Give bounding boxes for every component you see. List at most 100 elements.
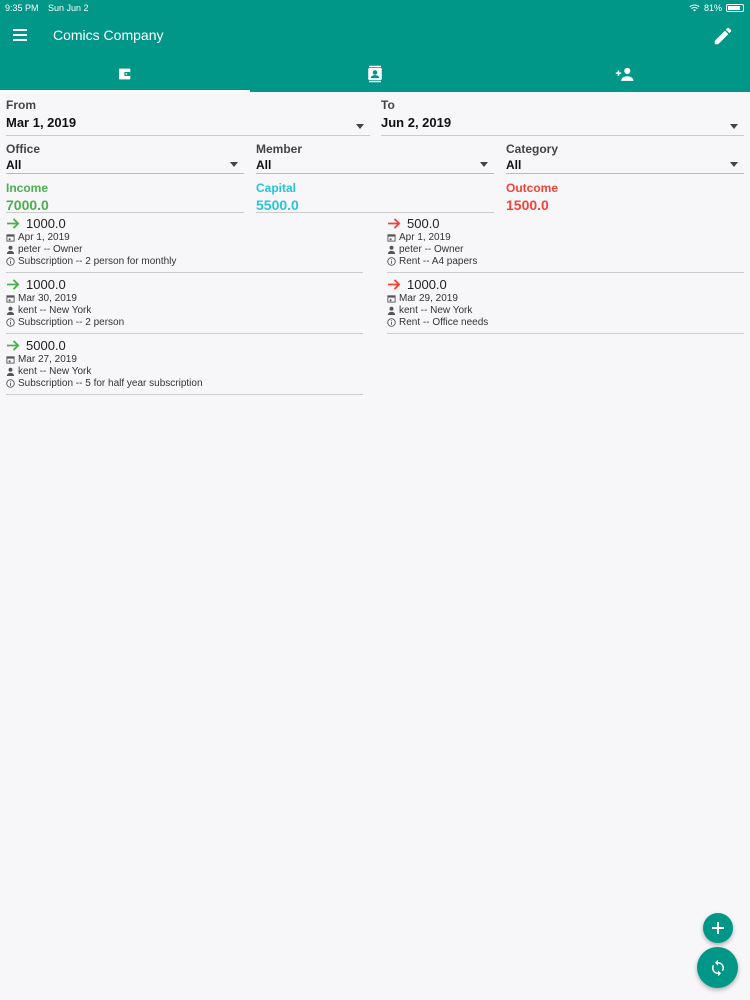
battery-percent: 81% (703, 3, 722, 13)
outcome-value: 1500.0 (506, 197, 549, 213)
calendar-icon (387, 233, 396, 242)
entry-member: kent -- New York (18, 365, 92, 377)
capital-label: Capital (256, 181, 297, 195)
chevron-down-icon (730, 124, 738, 129)
menu-button[interactable] (11, 26, 31, 46)
arrow-right-icon (7, 217, 20, 229)
arrow-right-icon (7, 339, 20, 351)
income-value: 7000.0 (6, 197, 49, 213)
tab-wallet[interactable] (0, 56, 250, 92)
from-value: Mar 1, 2019 (6, 115, 77, 130)
entry-note: Rent -- Office needs (399, 316, 489, 328)
to-value: Jun 2, 2019 (381, 115, 452, 130)
entry-date: Mar 30, 2019 (18, 292, 77, 304)
person-icon (6, 367, 15, 376)
app-title: Comics Company (53, 27, 164, 43)
calendar-icon (6, 233, 15, 242)
outcome-entry[interactable]: 1000.0 Mar 29, 2019 kent -- New York Ren… (387, 276, 744, 334)
tab-bar (0, 56, 750, 92)
entry-date: Mar 27, 2019 (18, 353, 77, 365)
plus-icon (712, 922, 724, 934)
entry-date: Mar 29, 2019 (399, 292, 458, 304)
income-entry[interactable]: 1000.0 Apr 1, 2019 peter -- Owner Subscr… (6, 215, 363, 273)
office-label: Office (6, 142, 41, 156)
income-entry[interactable]: 5000.0 Mar 27, 2019 kent -- New York Sub… (6, 337, 363, 395)
menu-icon (13, 29, 27, 31)
info-icon (387, 317, 396, 327)
entry-date: Apr 1, 2019 (399, 231, 451, 243)
tab-add-person[interactable] (500, 56, 750, 92)
status-right: 81% (689, 3, 744, 13)
calendar-icon (6, 294, 15, 303)
capital-summary: Capital 5500.0 (256, 181, 494, 213)
outcome-summary: Outcome 1500.0 (506, 181, 744, 213)
app-bar: 9:35 PM Sun Jun 2 81% Comics Company (0, 0, 750, 92)
refresh-icon (711, 959, 724, 976)
to-date-picker[interactable]: To Jun 2, 2019 (381, 98, 744, 136)
wallet-icon (119, 68, 131, 80)
category-value: All (506, 158, 522, 172)
person-icon (387, 306, 396, 315)
chevron-down-icon (730, 162, 738, 167)
wifi-icon (689, 4, 700, 12)
add-entry-button[interactable] (703, 913, 733, 943)
income-entry[interactable]: 1000.0 Mar 30, 2019 kent -- New York Sub… (6, 276, 363, 334)
person-icon (387, 245, 396, 254)
category-select[interactable]: Category All (506, 142, 744, 174)
status-date: Sun Jun 2 (48, 3, 89, 13)
office-value: All (6, 158, 22, 172)
pencil-icon (714, 27, 732, 45)
info-icon (6, 317, 15, 327)
info-icon (6, 256, 15, 266)
refresh-button[interactable] (697, 947, 738, 988)
capital-value: 5500.0 (256, 197, 299, 213)
entry-member: kent -- New York (399, 304, 473, 316)
person-icon (6, 306, 15, 315)
member-select[interactable]: Member All (256, 142, 494, 174)
status-time: 9:35 PM (5, 3, 39, 13)
toolbar: Comics Company (0, 16, 750, 56)
entry-note: Subscription -- 2 person for monthly (18, 255, 177, 267)
person-icon (6, 245, 15, 254)
entry-amount: 500.0 (407, 215, 440, 231)
edit-button[interactable] (712, 25, 734, 47)
income-label: Income (6, 181, 49, 195)
status-bar: 9:35 PM Sun Jun 2 81% (0, 0, 750, 16)
report-content: From Mar 1, 2019 To Jun 2, 2019 Office A… (0, 92, 750, 1000)
from-date-picker[interactable]: From Mar 1, 2019 (6, 98, 370, 136)
from-label: From (6, 98, 36, 112)
entry-member: peter -- Owner (399, 243, 464, 255)
to-label: To (381, 98, 395, 112)
arrow-right-icon (388, 217, 401, 229)
info-icon (6, 378, 15, 388)
chevron-down-icon (356, 124, 364, 129)
entry-amount: 1000.0 (26, 276, 66, 292)
entry-note: Subscription -- 2 person (18, 316, 125, 328)
member-label: Member (256, 142, 303, 156)
entry-amount: 1000.0 (26, 215, 66, 231)
entry-date: Apr 1, 2019 (18, 231, 70, 243)
entry-amount: 5000.0 (26, 337, 66, 353)
battery-icon (726, 4, 744, 12)
entry-note: Rent -- A4 papers (399, 255, 478, 267)
chevron-down-icon (230, 162, 238, 167)
arrow-right-icon (388, 278, 401, 290)
calendar-icon (6, 355, 15, 364)
entry-member: peter -- Owner (18, 243, 83, 255)
tab-contacts[interactable] (250, 56, 500, 92)
entry-member: kent -- New York (18, 304, 92, 316)
add-person-icon (615, 67, 634, 81)
category-label: Category (506, 142, 559, 156)
income-summary: Income 7000.0 (6, 181, 244, 213)
calendar-icon (387, 294, 396, 303)
office-select[interactable]: Office All (6, 142, 244, 174)
contact-card-icon (368, 65, 382, 83)
entry-note: Subscription -- 5 for half year subscrip… (18, 377, 203, 389)
outcome-label: Outcome (506, 181, 559, 195)
info-icon (387, 256, 396, 266)
arrow-right-icon (7, 278, 20, 290)
member-value: All (256, 158, 272, 172)
entry-amount: 1000.0 (407, 276, 447, 292)
outcome-entry[interactable]: 500.0 Apr 1, 2019 peter -- Owner Rent --… (387, 215, 744, 273)
chevron-down-icon (480, 162, 488, 167)
